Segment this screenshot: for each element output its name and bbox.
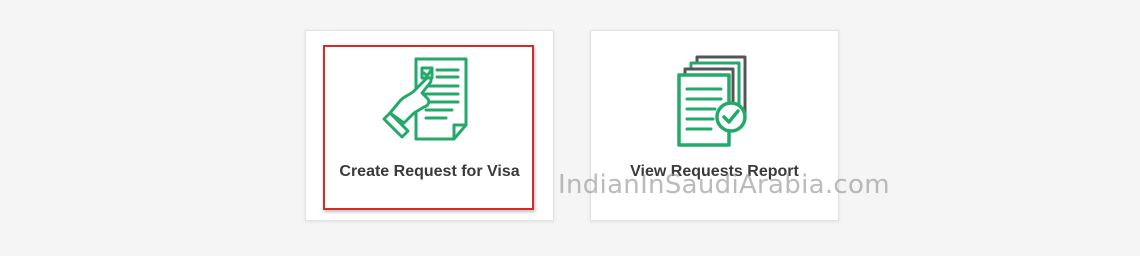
view-requests-report-card[interactable]: View Requests Report xyxy=(590,30,839,221)
hand-document-icon xyxy=(382,57,467,141)
create-request-for-visa-card[interactable]: Create Request for Visa xyxy=(305,30,554,221)
create-request-label: Create Request for Visa xyxy=(339,163,520,180)
view-requests-label: View Requests Report xyxy=(630,163,799,180)
documents-check-icon xyxy=(676,55,747,147)
